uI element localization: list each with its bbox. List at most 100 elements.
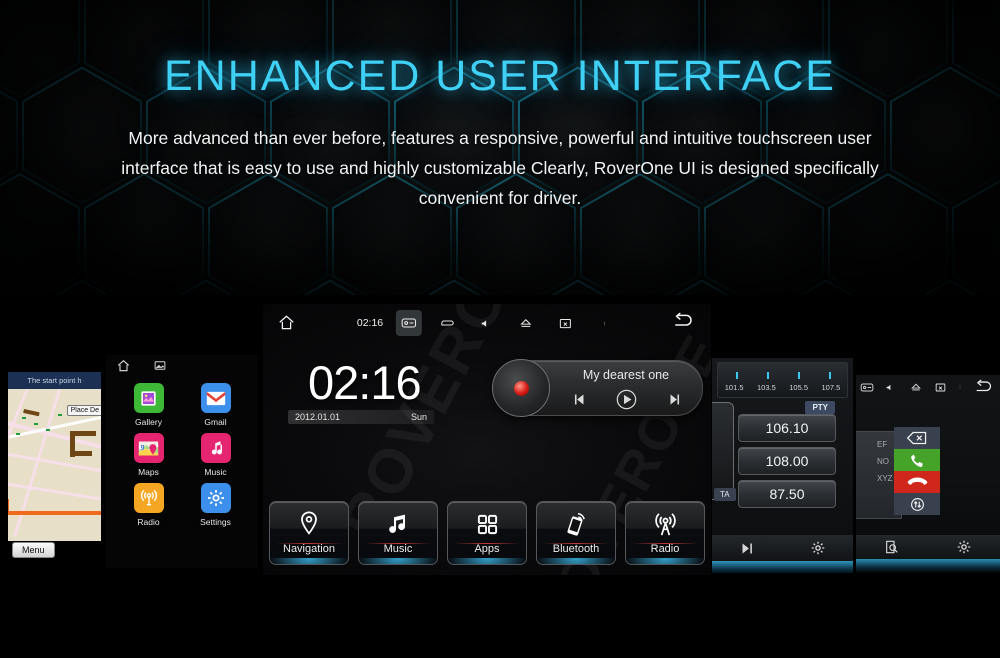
backspace-icon[interactable] xyxy=(894,427,940,449)
home-icon[interactable] xyxy=(277,314,296,332)
radio-screen[interactable]: 101.5 103.5 105.5 107.5 PTY TA 106.10 108.00… xyxy=(712,358,853,573)
frequency-tick: 107.5 xyxy=(821,383,841,392)
eject-icon[interactable] xyxy=(513,310,539,336)
close-window-icon[interactable] xyxy=(934,381,947,394)
home-date-bar: 2012.01.01 Sun xyxy=(288,410,434,424)
frequency-scale[interactable]: 101.5 103.5 105.5 107.5 xyxy=(717,362,848,398)
eject-icon[interactable] xyxy=(909,381,923,394)
map-highway xyxy=(8,511,101,515)
app-icon-music[interactable]: Music xyxy=(187,433,244,477)
gear-icon[interactable] xyxy=(810,540,826,556)
place-details-button[interactable]: Place De xyxy=(66,405,101,416)
nav-menu-button[interactable]: Menu xyxy=(12,542,55,558)
overflow-menu-icon[interactable] xyxy=(591,310,617,336)
hero-banner: ENHANCED USER INTERFACE More advanced th… xyxy=(0,0,1000,295)
apps-grid-icon xyxy=(476,509,499,539)
gmail-icon xyxy=(200,383,231,413)
radio-bottom-bar xyxy=(712,535,853,561)
radio-side-card xyxy=(712,402,734,500)
navigation-screen[interactable]: The start point h Place De Menu xyxy=(8,372,101,564)
app-icon-gallery[interactable]: Gallery xyxy=(120,383,177,427)
close-window-icon[interactable] xyxy=(552,310,578,336)
shortcut-bluetooth[interactable]: Bluetooth xyxy=(536,501,616,565)
radio-preset[interactable]: 87.50 xyxy=(738,480,836,508)
map-road xyxy=(8,419,101,455)
nav-title-bar: The start point h xyxy=(8,372,101,389)
map-road-major xyxy=(23,409,40,417)
radio-preset[interactable]: 108.00 xyxy=(738,447,836,475)
shortcut-radio[interactable]: Radio xyxy=(625,501,705,565)
tile-divider xyxy=(276,543,342,544)
shortcut-label: Music xyxy=(383,543,413,555)
back-icon[interactable] xyxy=(973,379,994,395)
bt-bottom-bar xyxy=(856,535,1000,559)
call-action-column xyxy=(894,427,940,515)
map-canvas[interactable]: Place De xyxy=(8,389,101,541)
radio-tower-icon xyxy=(653,509,678,539)
tile-glow xyxy=(448,558,526,564)
shortcut-label: Bluetooth xyxy=(552,543,600,555)
bt-bottom-glow xyxy=(856,559,1000,571)
home-icon[interactable] xyxy=(116,359,131,373)
call-end-icon[interactable] xyxy=(894,471,940,493)
svg-text:g: g xyxy=(141,443,145,450)
nav-bottom-bar: Menu xyxy=(8,541,101,564)
app-drawer-screen[interactable]: Gallery Gmail g Maps Music Radio Settings xyxy=(106,355,258,568)
shortcut-tiles: Navigation Music Apps Bluetooth Radio xyxy=(269,501,705,565)
sd-card-icon[interactable] xyxy=(860,382,874,393)
scan-next-icon[interactable] xyxy=(739,540,756,557)
shortcut-label: Apps xyxy=(474,543,500,555)
album-disc-icon xyxy=(492,359,550,417)
shortcut-navigation[interactable]: Navigation xyxy=(269,501,349,565)
radio-preset[interactable]: 106.10 xyxy=(738,414,836,442)
phone-bluetooth-icon xyxy=(564,509,588,539)
shortcut-label: Navigation xyxy=(283,543,335,555)
volume-icon[interactable] xyxy=(885,381,898,394)
promo-page: ENHANCED USER INTERFACE More advanced th… xyxy=(0,0,1000,658)
call-answer-icon[interactable] xyxy=(894,449,940,471)
settings-icon xyxy=(200,483,231,513)
tile-divider xyxy=(454,543,520,544)
pty-button[interactable]: PTY xyxy=(805,401,835,414)
status-bar-icon-group: 02:16 xyxy=(357,304,617,342)
app-icon-maps[interactable]: g Maps xyxy=(120,433,177,477)
sd-card-icon[interactable] xyxy=(396,310,423,336)
previous-icon[interactable] xyxy=(570,391,587,408)
app-label: Settings xyxy=(200,517,231,527)
app-label: Radio xyxy=(137,517,160,527)
media-player-widget[interactable]: My dearest one xyxy=(492,359,703,417)
preset-list: 106.10 108.00 87.50 xyxy=(738,414,836,513)
bt-status-bar xyxy=(856,375,1000,399)
track-title: My dearest one xyxy=(582,368,670,382)
app-icon-radio[interactable]: Radio xyxy=(120,483,177,527)
tile-glow xyxy=(359,558,437,564)
gear-icon[interactable] xyxy=(956,539,972,555)
app-label: Gmail xyxy=(204,417,227,427)
app-icon-settings[interactable]: Settings xyxy=(187,483,244,527)
tile-glow xyxy=(626,558,704,564)
home-screen[interactable]: ROVERONE ROVERONE 02:16 02:16 2012.01.01… xyxy=(263,304,711,575)
shortcut-label: Radio xyxy=(650,543,680,555)
tile-divider xyxy=(543,543,609,544)
page-title: ENHANCED USER INTERFACE xyxy=(164,52,836,100)
tile-glow xyxy=(270,558,348,564)
app-label: Music xyxy=(204,467,227,477)
screenshot-icon[interactable] xyxy=(153,359,168,373)
volume-icon[interactable] xyxy=(474,310,500,336)
hazard-icon[interactable] xyxy=(435,310,461,336)
back-icon[interactable] xyxy=(671,312,695,330)
map-road-major xyxy=(70,451,92,456)
transfer-icon[interactable] xyxy=(894,493,940,515)
play-icon[interactable] xyxy=(614,387,639,412)
radio-icon xyxy=(133,483,164,513)
tile-divider xyxy=(365,543,431,544)
shortcut-apps[interactable]: Apps xyxy=(447,501,527,565)
ta-button[interactable]: TA xyxy=(714,488,736,501)
overflow-menu-icon[interactable] xyxy=(958,380,962,394)
bluetooth-phone-screen[interactable]: EF NO XYZ xyxy=(856,375,1000,573)
next-icon[interactable] xyxy=(667,391,684,408)
search-contact-icon[interactable] xyxy=(884,539,900,555)
shortcut-music[interactable]: Music xyxy=(358,501,438,565)
frequency-tick: 103.5 xyxy=(756,383,776,392)
app-icon-gmail[interactable]: Gmail xyxy=(187,383,244,427)
